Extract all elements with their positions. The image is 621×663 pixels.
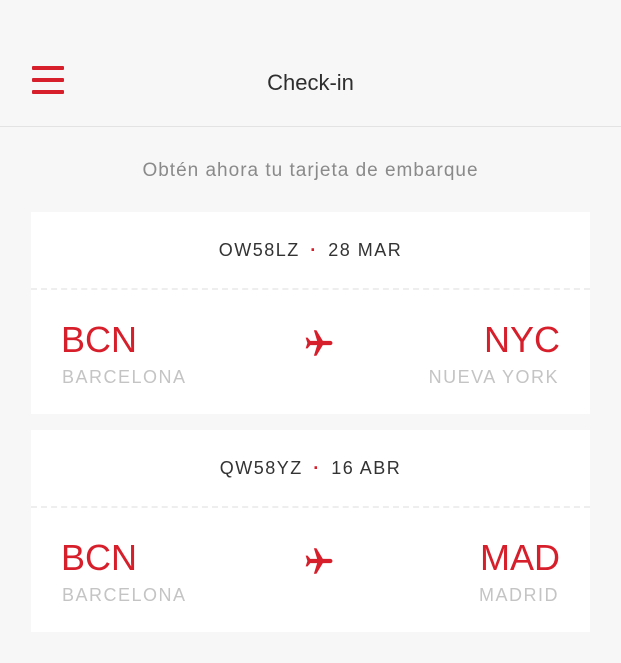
destination-code: MAD bbox=[480, 537, 560, 578]
origin-code: BCN bbox=[61, 319, 138, 360]
booking-header: OW58LZ · 28 MAR bbox=[31, 212, 590, 290]
destination-city: NUEVA YORK bbox=[428, 367, 559, 387]
separator-dot: · bbox=[310, 240, 318, 260]
page-title: Check-in bbox=[267, 70, 354, 95]
app-header: Check-in bbox=[0, 0, 621, 127]
booking-header: QW58YZ · 16 ABR bbox=[31, 430, 590, 508]
booking-card-qw58yz[interactable]: QW58YZ · 16 ABR BCN BARCELONA MAD MADRID bbox=[31, 430, 590, 632]
origin-code: BCN bbox=[61, 537, 138, 578]
page-subtitle: Obtén ahora tu tarjeta de embarque bbox=[142, 160, 479, 181]
airplane-icon bbox=[305, 330, 333, 356]
booking-reference: OW58LZ bbox=[218, 240, 300, 260]
booking-date: 28 MAR bbox=[328, 240, 403, 260]
booking-card-ow58lz[interactable]: OW58LZ · 28 MAR BCN BARCELONA NYC NUEVA … bbox=[31, 212, 590, 414]
destination-code: NYC bbox=[483, 319, 560, 360]
booking-reference: QW58YZ bbox=[219, 458, 303, 478]
origin-city: BARCELONA bbox=[62, 585, 187, 605]
origin-city: BARCELONA bbox=[62, 367, 187, 387]
destination-city: MADRID bbox=[479, 585, 559, 605]
separator-dot: · bbox=[313, 458, 321, 478]
booking-date: 16 ABR bbox=[331, 458, 402, 478]
airplane-icon bbox=[305, 548, 333, 574]
